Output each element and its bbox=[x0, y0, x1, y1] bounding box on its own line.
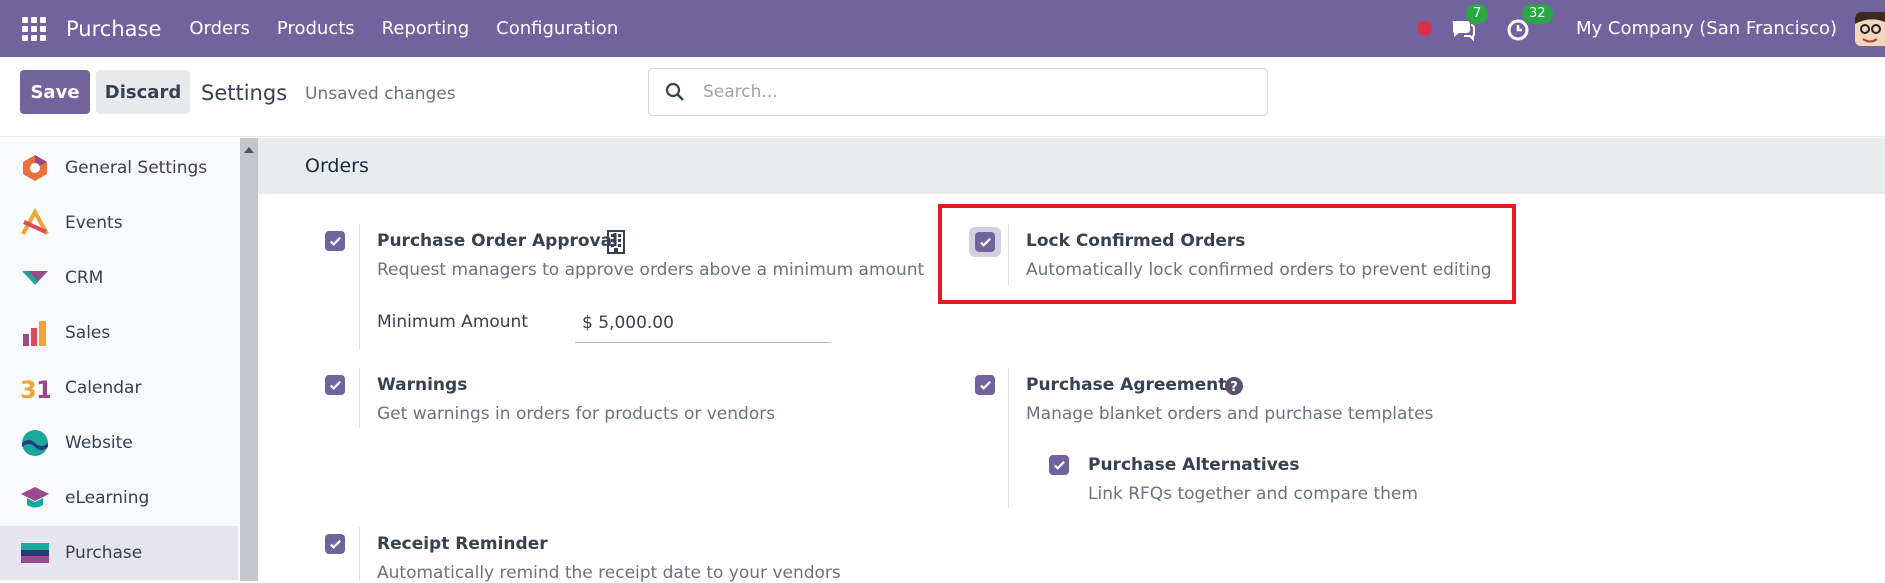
divider bbox=[359, 368, 360, 428]
search-box[interactable] bbox=[648, 68, 1268, 116]
sidebar-item-website[interactable]: Website bbox=[0, 416, 238, 470]
calendar-icon: 3 1 bbox=[20, 376, 50, 403]
discard-button[interactable]: Discard bbox=[96, 70, 190, 114]
activity-badge: 32 bbox=[1522, 3, 1553, 24]
check-icon bbox=[329, 236, 341, 246]
po-approval-checkbox[interactable] bbox=[325, 231, 345, 251]
section-title: Orders bbox=[305, 155, 369, 177]
minimum-amount-label: Minimum Amount bbox=[377, 312, 528, 332]
sidebar-item-purchase[interactable]: Purchase bbox=[0, 526, 238, 580]
svg-text:3: 3 bbox=[20, 376, 37, 403]
sidebar-item-calendar[interactable]: 3 1 Calendar bbox=[0, 361, 238, 415]
menu-products[interactable]: Products bbox=[277, 18, 355, 39]
top-navbar: Purchase Orders Products Reporting Confi… bbox=[0, 0, 1885, 57]
divider bbox=[1008, 224, 1009, 286]
apps-menu-icon[interactable] bbox=[22, 16, 46, 41]
check-icon bbox=[979, 237, 991, 247]
sidebar-item-events[interactable]: Events bbox=[0, 196, 238, 250]
agreements-title: Purchase Agreements bbox=[1026, 375, 1237, 395]
sidebar-item-label: Purchase bbox=[65, 543, 143, 563]
chat-button[interactable]: 7 bbox=[1450, 3, 1489, 42]
highlight-box bbox=[938, 204, 1516, 304]
lock-orders-description: Automatically lock confirmed orders to p… bbox=[1026, 260, 1492, 280]
lock-orders-title: Lock Confirmed Orders bbox=[1026, 231, 1246, 251]
search-input[interactable] bbox=[703, 82, 1223, 102]
company-building-icon bbox=[607, 230, 625, 254]
sidebar-item-label: Events bbox=[65, 213, 123, 233]
sidebar-scrollbar[interactable] bbox=[240, 138, 258, 581]
alternatives-checkbox[interactable] bbox=[1049, 455, 1069, 475]
alternatives-description: Link RFQs together and compare them bbox=[1088, 484, 1418, 504]
sidebar-item-label: General Settings bbox=[65, 158, 208, 178]
sidebar-item-elearning[interactable]: eLearning bbox=[0, 471, 238, 525]
settings-sidebar: General Settings Events CRM Sales 3 1 Ca… bbox=[0, 138, 240, 581]
help-question-icon[interactable]: ? bbox=[1225, 377, 1243, 395]
sidebar-item-label: Sales bbox=[65, 323, 111, 343]
minimum-amount-field[interactable]: $ 5,000.00 bbox=[575, 313, 831, 343]
lock-orders-checkbox[interactable] bbox=[975, 232, 995, 252]
sidebar-item-label: eLearning bbox=[65, 488, 150, 508]
elearning-icon bbox=[21, 487, 49, 508]
search-icon bbox=[665, 82, 684, 101]
warnings-description: Get warnings in orders for products or v… bbox=[377, 404, 776, 424]
menu-orders[interactable]: Orders bbox=[189, 18, 250, 39]
warnings-title: Warnings bbox=[377, 375, 468, 395]
menu-configuration[interactable]: Configuration bbox=[496, 18, 618, 39]
svg-text:1: 1 bbox=[36, 376, 50, 403]
crm-icon bbox=[22, 271, 48, 285]
save-button[interactable]: Save bbox=[20, 70, 90, 114]
purchase-icon bbox=[21, 543, 49, 563]
po-approval-description: Request managers to approve orders above… bbox=[377, 260, 925, 280]
section-header: Orders bbox=[258, 138, 1885, 194]
receipt-reminder-description: Automatically remind the receipt date to… bbox=[377, 563, 841, 583]
receipt-reminder-title: Receipt Reminder bbox=[377, 534, 548, 554]
app-brand[interactable]: Purchase bbox=[66, 17, 161, 41]
check-icon bbox=[329, 380, 341, 390]
svg-text:?: ? bbox=[1230, 380, 1238, 395]
check-icon bbox=[329, 539, 341, 549]
menu-reporting[interactable]: Reporting bbox=[382, 18, 470, 39]
warnings-checkbox[interactable] bbox=[325, 375, 345, 395]
control-panel: Save Discard Settings Unsaved changes bbox=[0, 57, 1885, 137]
check-icon bbox=[1053, 460, 1065, 470]
po-approval-title: Purchase Order Approval bbox=[377, 231, 618, 251]
divider bbox=[359, 224, 360, 350]
activity-button[interactable]: 32 bbox=[1506, 3, 1553, 42]
unsaved-status: Unsaved changes bbox=[305, 84, 456, 104]
events-icon bbox=[21, 208, 49, 235]
check-icon bbox=[979, 380, 991, 390]
agreements-checkbox[interactable] bbox=[975, 375, 995, 395]
sidebar-item-sales[interactable]: Sales bbox=[0, 306, 238, 360]
divider bbox=[1008, 368, 1009, 508]
general-settings-icon bbox=[23, 155, 47, 181]
website-icon bbox=[22, 430, 48, 456]
company-switcher[interactable]: My Company (San Francisco) bbox=[1576, 18, 1837, 39]
sidebar-item-label: CRM bbox=[65, 268, 104, 288]
receipt-reminder-checkbox[interactable] bbox=[325, 534, 345, 554]
agreements-description: Manage blanket orders and purchase templ… bbox=[1026, 404, 1434, 424]
scroll-up-arrow-icon[interactable] bbox=[244, 147, 254, 153]
sidebar-item-label: Calendar bbox=[65, 378, 142, 398]
user-avatar[interactable] bbox=[1855, 11, 1885, 46]
sidebar-item-label: Website bbox=[65, 433, 133, 453]
divider bbox=[359, 527, 360, 581]
chat-badge: 7 bbox=[1466, 3, 1489, 24]
sales-icon bbox=[23, 321, 46, 346]
sidebar-item-general-settings[interactable]: General Settings bbox=[0, 141, 238, 195]
status-dot-icon[interactable] bbox=[1417, 21, 1433, 36]
sidebar-item-crm[interactable]: CRM bbox=[0, 251, 238, 305]
alternatives-title: Purchase Alternatives bbox=[1088, 455, 1300, 475]
page-title: Settings bbox=[201, 81, 288, 105]
